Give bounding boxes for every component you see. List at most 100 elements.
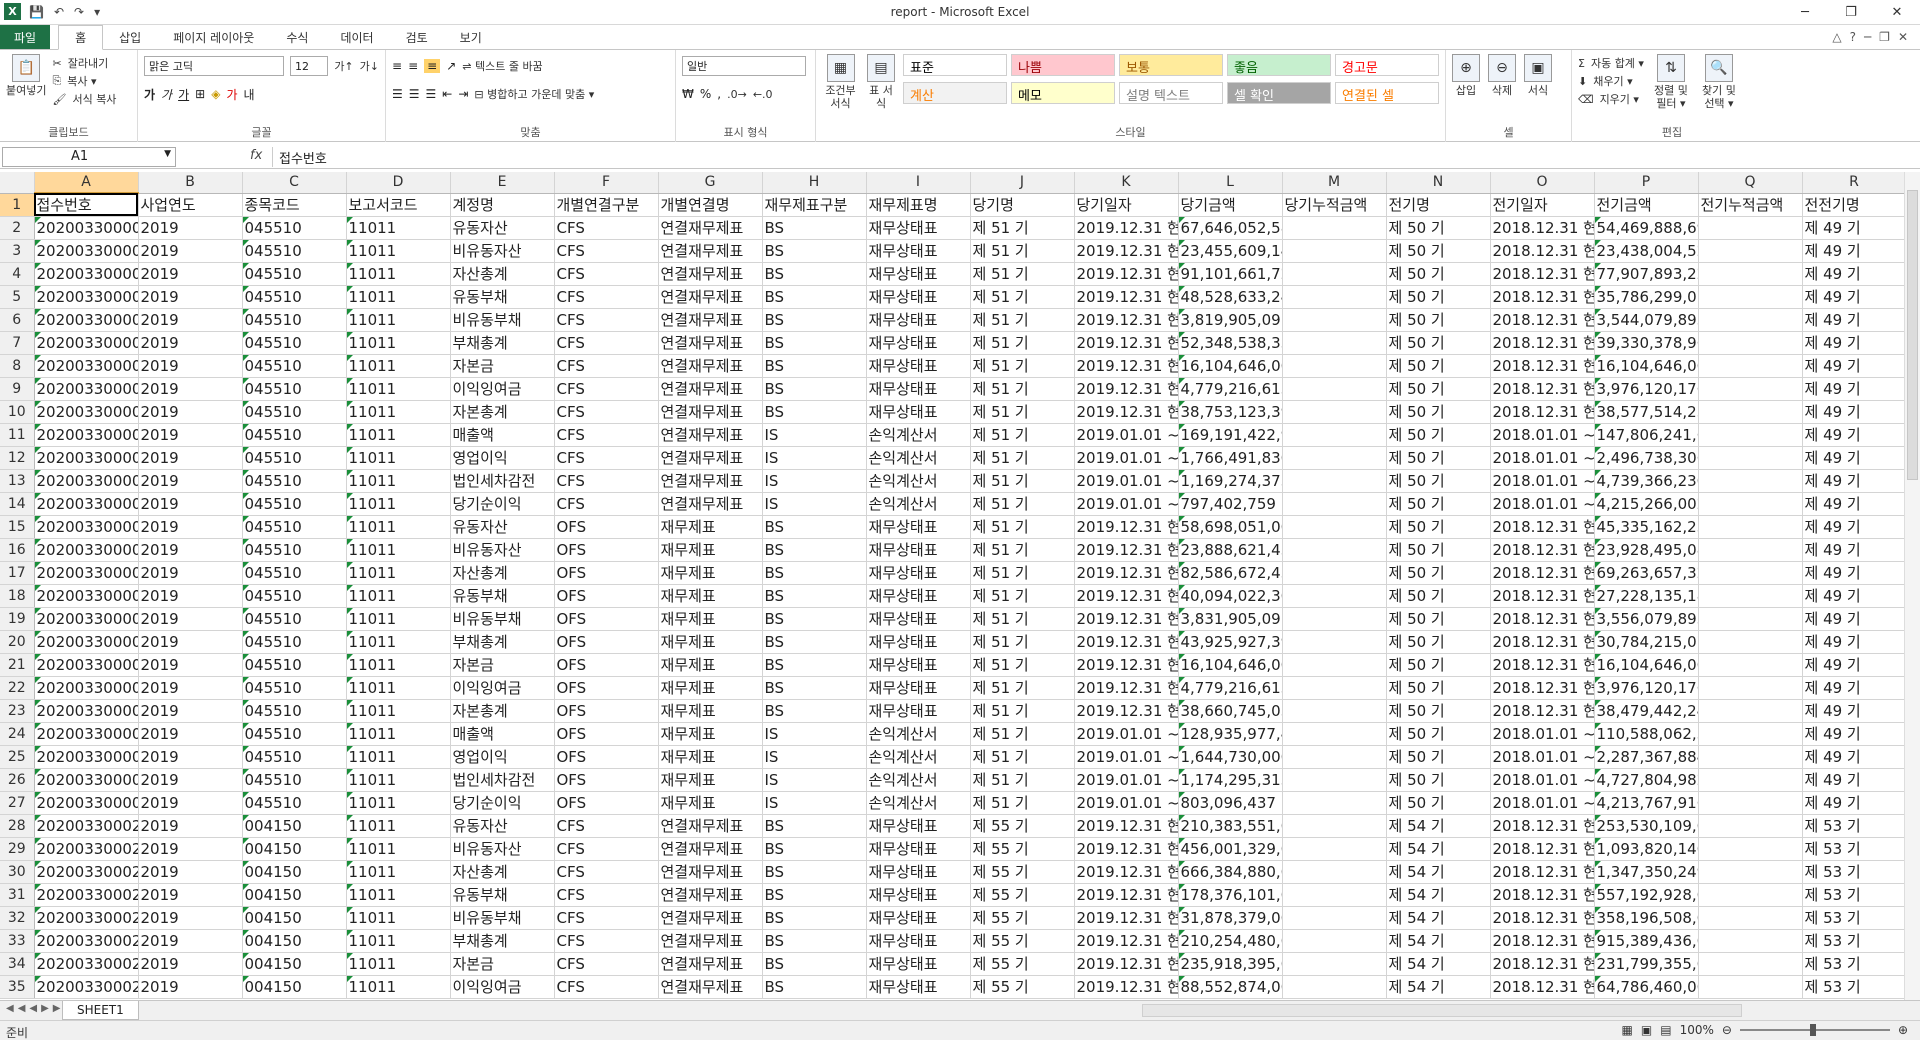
cell[interactable]: 연결재무제표 [658,216,763,240]
cell[interactable]: 2,496,738,306 [1594,446,1699,470]
cell[interactable] [1282,308,1387,332]
cell[interactable]: 2019 [138,262,243,286]
decrease-indent-icon[interactable]: ⇤ [442,87,452,101]
phonetic-icon[interactable]: 내 [243,86,254,103]
cell[interactable]: 2019.12.31 현 [1074,975,1179,999]
cell[interactable]: 계정명 [450,193,555,217]
cell[interactable]: CFS [554,262,659,286]
cell[interactable]: 제 49 기 [1802,354,1907,378]
cell[interactable]: 자본금 [450,354,555,378]
cell[interactable]: 당기순이익 [450,492,555,516]
cell[interactable] [1282,607,1387,631]
cell[interactable]: 20200330000 [34,676,139,700]
row-header[interactable]: 3 [0,239,35,263]
cell[interactable]: 유동자산 [450,515,555,539]
cell[interactable]: 제 51 기 [970,446,1075,470]
cell[interactable]: 제 50 기 [1386,492,1491,516]
cell[interactable]: 2018.12.31 현 [1490,906,1595,930]
cell[interactable]: 45,335,162,233 [1594,515,1699,539]
cell[interactable]: BS [762,216,867,240]
number-format-select[interactable]: 일반 [682,56,806,76]
cell[interactable]: 2019 [138,722,243,746]
cell[interactable]: 재무상태표 [866,653,971,677]
cell[interactable]: 2019 [138,377,243,401]
cell[interactable]: 2019.12.31 현 [1074,216,1179,240]
cell[interactable]: 20200330002 [34,952,139,976]
cell[interactable]: BS [762,561,867,585]
cell[interactable]: 재무상태표 [866,929,971,953]
cell[interactable]: 자산총계 [450,561,555,585]
cell[interactable]: 004150 [242,952,347,976]
cell[interactable]: 2018.12.31 현 [1490,538,1595,562]
zoom-slider-knob[interactable] [1809,1024,1816,1036]
cell[interactable]: 재무상태표 [866,285,971,309]
cell[interactable]: BS [762,860,867,884]
tab-home[interactable]: 홈 [58,25,104,50]
autosum-button[interactable]: Σ 자동 합계 ▾ [1578,54,1644,72]
cell[interactable]: 유동자산 [450,814,555,838]
cell[interactable]: CFS [554,860,659,884]
cell[interactable]: 557,192,928,000 [1594,883,1699,907]
row-header[interactable]: 31 [0,883,35,907]
row-header[interactable]: 15 [0,515,35,539]
cell[interactable]: 82,586,672,452 [1178,561,1283,585]
cell[interactable]: 045510 [242,791,347,815]
cell[interactable]: 231,799,355,000 [1594,952,1699,976]
row-header[interactable]: 8 [0,354,35,378]
cell[interactable]: CFS [554,446,659,470]
cell[interactable]: 666,384,880,000 [1178,860,1283,884]
cell[interactable]: 제 53 기 [1802,883,1907,907]
cell[interactable]: 045510 [242,745,347,769]
cell[interactable]: 11011 [346,975,451,999]
cell[interactable]: 제 50 기 [1386,285,1491,309]
cell[interactable]: 재무상태표 [866,906,971,930]
cell[interactable]: 1,644,730,000 [1178,745,1283,769]
workbook-restore-icon[interactable]: ❐ [1879,30,1890,44]
cell[interactable]: 재무제표 [658,584,763,608]
cell[interactable]: 제 51 기 [970,377,1075,401]
align-top-icon[interactable]: ≡ [392,59,402,73]
cell[interactable]: 제 54 기 [1386,860,1491,884]
cell[interactable] [1282,699,1387,723]
cell[interactable]: CFS [554,331,659,355]
cell[interactable]: 연결재무제표 [658,308,763,332]
cell[interactable]: 전기일자 [1490,193,1595,217]
cell[interactable] [1282,561,1387,585]
cell[interactable]: 2019 [138,676,243,700]
cell[interactable]: 전기명 [1386,193,1491,217]
cell[interactable]: 20200330000 [34,285,139,309]
cell[interactable]: 11011 [346,814,451,838]
cell[interactable]: 2019 [138,423,243,447]
cell[interactable]: 2019 [138,630,243,654]
row-header[interactable]: 13 [0,469,35,493]
cell[interactable]: BS [762,377,867,401]
cell[interactable]: 재무제표 [658,745,763,769]
cell[interactable]: 제 50 기 [1386,469,1491,493]
cell[interactable] [1698,262,1803,286]
fill-button[interactable]: ⬇ 채우기 ▾ [1578,72,1644,90]
cell[interactable]: 제 53 기 [1802,975,1907,999]
cell[interactable]: 16,104,646,000 [1594,354,1699,378]
cell[interactable]: 43,925,927,397 [1178,630,1283,654]
cell[interactable]: 재무상태표 [866,308,971,332]
tab-review[interactable]: 검토 [390,25,444,49]
cell[interactable]: 부채총계 [450,929,555,953]
cell-style-1[interactable]: 나쁨 [1011,54,1115,76]
cell[interactable]: 2019.12.31 현 [1074,262,1179,286]
cell[interactable]: 147,806,241,643 [1594,423,1699,447]
cell[interactable]: 제 50 기 [1386,538,1491,562]
column-header-f[interactable]: F [554,172,659,194]
cell[interactable]: 2018.12.31 현 [1490,285,1595,309]
cell[interactable]: 제 54 기 [1386,883,1491,907]
cell[interactable]: BS [762,653,867,677]
cell[interactable]: 20200330000 [34,492,139,516]
cell[interactable]: CFS [554,377,659,401]
cell[interactable]: BS [762,538,867,562]
cell[interactable]: OFS [554,699,659,723]
cell[interactable] [1282,216,1387,240]
zoom-out-icon[interactable]: ⊖ [1722,1023,1732,1037]
cell[interactable]: 54,469,888,699 [1594,216,1699,240]
cell[interactable]: 2018.12.31 현 [1490,400,1595,424]
cell[interactable] [1282,768,1387,792]
cell[interactable]: 2018.01.01 ~ [1490,492,1595,516]
